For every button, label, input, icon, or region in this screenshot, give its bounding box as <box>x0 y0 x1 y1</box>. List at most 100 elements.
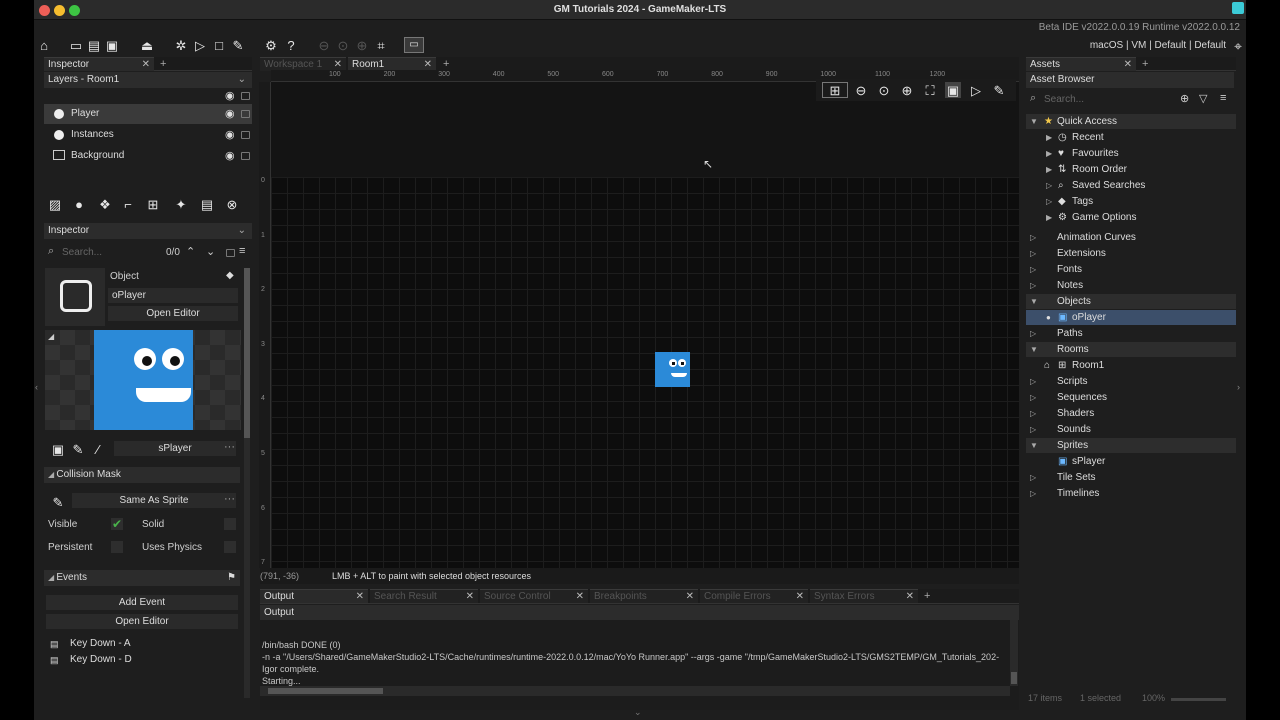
output-hscrollbar[interactable] <box>260 686 1010 696</box>
chevron-right-icon[interactable]: ▷ <box>1030 406 1036 421</box>
output-console[interactable]: /bin/bash DONE (0) -n -a "/Users/Shared/… <box>260 620 1019 710</box>
lock-icon[interactable] <box>241 110 250 118</box>
chevron-down-icon[interactable]: ⌄ <box>238 223 246 239</box>
add-event-button[interactable]: Add Event <box>46 595 238 610</box>
chevron-right-icon[interactable]: ▷ <box>1030 422 1036 437</box>
event-item[interactable]: ▤ Key Down - D <box>50 652 230 668</box>
room-area[interactable] <box>271 177 1019 568</box>
object-name-field[interactable]: oPlayer <box>108 288 238 303</box>
broom-icon[interactable]: ✎ <box>991 82 1007 98</box>
add-background-layer-icon[interactable]: ▨ <box>47 196 63 212</box>
tree-tags[interactable]: ▷ ◆ Tags <box>1026 194 1236 209</box>
chevron-right-icon[interactable]: ▷ <box>1046 194 1052 209</box>
tab-syntax-errors[interactable]: Syntax Errors ✕ <box>810 589 918 603</box>
zoom-out-icon[interactable]: ⊖ <box>853 82 869 98</box>
chevron-right-icon[interactable]: ▷ <box>1030 486 1036 501</box>
tree-game-options[interactable]: ▶ ⚙ Game Options <box>1026 210 1236 225</box>
chevron-right-icon[interactable]: ▶ <box>1046 130 1052 145</box>
layer-player[interactable]: Player ◉ <box>44 104 252 124</box>
chevron-right-icon[interactable]: ▷ <box>1030 326 1036 341</box>
chevron-right-icon[interactable]: ▷ <box>1030 230 1036 245</box>
close-icon[interactable]: ✕ <box>796 590 804 604</box>
close-icon[interactable]: ✕ <box>906 590 914 604</box>
open-editor-button[interactable]: Open Editor <box>108 306 238 321</box>
tree-animation-curves[interactable]: ▷ Animation Curves <box>1026 230 1236 245</box>
more-icon[interactable]: ··· <box>224 441 235 453</box>
chevron-down-icon[interactable]: ▼ <box>1030 342 1038 357</box>
eye-icon[interactable]: ◉ <box>225 104 235 124</box>
menu-icon[interactable]: ≡ <box>1220 92 1226 104</box>
chevron-down-icon[interactable]: ▼ <box>1030 438 1038 453</box>
eye-icon[interactable]: ◉ <box>225 146 235 166</box>
visible-checkbox[interactable]: ✔ <box>111 518 123 530</box>
grid-icon[interactable]: ⊞ <box>822 82 848 98</box>
tree-saved-searches[interactable]: ▷ ⌕ Saved Searches <box>1026 178 1236 193</box>
persistent-checkbox[interactable] <box>111 541 123 553</box>
collision-mask-selector[interactable]: Same As Sprite <box>72 493 236 508</box>
tree-recent[interactable]: ▶ ◷ Recent <box>1026 130 1236 145</box>
inspector-scrollbar[interactable] <box>244 268 250 698</box>
zoom-reset-icon[interactable]: ⊙ <box>335 37 351 53</box>
tree-tile-sets[interactable]: ▷ Tile Sets <box>1026 470 1236 485</box>
stop-icon[interactable]: □ <box>211 37 227 53</box>
add-path-layer-icon[interactable]: ⌐ <box>120 196 136 212</box>
tab-breakpoints[interactable]: Breakpoints ✕ <box>590 589 698 603</box>
zoom-out-icon[interactable]: ⊖ <box>316 37 332 53</box>
collapse-icon[interactable]: ◢ <box>48 332 54 341</box>
tree-notes[interactable]: ▷ Notes <box>1026 278 1236 293</box>
layers-header[interactable]: Layers - Room1 ⌄ <box>44 72 252 88</box>
tab-source-control[interactable]: Source Control ✕ <box>480 589 588 603</box>
close-icon[interactable]: ✕ <box>142 58 150 72</box>
brush-icon[interactable]: ∕ <box>90 441 106 457</box>
room-canvas[interactable]: ↖ <box>271 82 1019 568</box>
tree-splayer[interactable]: ▣ sPlayer <box>1026 454 1236 469</box>
play-icon[interactable]: ▷ <box>968 82 984 98</box>
layer-instances[interactable]: Instances ◉ <box>44 125 252 145</box>
add-effect-layer-icon[interactable]: ✦ <box>173 196 189 212</box>
chevron-right-icon[interactable]: ▶ <box>1046 146 1052 161</box>
workspace-icon[interactable]: ⌗ <box>373 37 389 53</box>
chevron-down-icon[interactable]: ⌄ <box>634 707 642 718</box>
chevron-right-icon[interactable]: ▷ <box>1030 246 1036 261</box>
close-icon[interactable]: ✕ <box>356 590 364 604</box>
open-folder-icon[interactable]: ▤ <box>86 37 102 53</box>
home-icon[interactable]: ⌂ <box>36 37 52 53</box>
tree-paths[interactable]: ▷ Paths <box>1026 326 1236 341</box>
tab-assets[interactable]: Assets ✕ <box>1026 57 1136 71</box>
chevron-right-icon[interactable]: ▷ <box>1030 470 1036 485</box>
chevron-right-icon[interactable]: ▷ <box>1046 178 1052 193</box>
collision-mask-header[interactable]: ◢ Collision Mask <box>44 467 240 483</box>
collapse-left-icon[interactable]: ‹ <box>35 382 38 392</box>
chevron-down-icon[interactable]: ▼ <box>1030 294 1038 309</box>
fit-view-icon[interactable]: ⛶ <box>922 82 938 98</box>
clean-icon[interactable]: ✎ <box>230 37 246 53</box>
target-crosshair-icon[interactable]: ⌖ <box>1234 38 1242 55</box>
help-icon[interactable]: ? <box>283 37 299 53</box>
lock-icon[interactable] <box>226 249 235 257</box>
layer-background[interactable]: Background ◉ <box>44 146 252 166</box>
player-instance[interactable] <box>655 352 690 387</box>
tab-inspector[interactable]: Inspector ✕ <box>44 57 154 71</box>
run-icon[interactable]: ▷ <box>192 37 208 53</box>
eye-icon[interactable]: ◉ <box>225 89 235 102</box>
tag-icon[interactable]: ◆ <box>226 270 234 281</box>
close-icon[interactable]: ✕ <box>686 590 694 604</box>
tree-room1[interactable]: ⌂ ⊞ Room1 <box>1026 358 1236 373</box>
close-icon[interactable]: ✕ <box>576 590 584 604</box>
more-icon[interactable]: ··· <box>224 493 235 505</box>
sprite-selector[interactable]: sPlayer <box>114 441 236 456</box>
tree-fonts[interactable]: ▷ Fonts <box>1026 262 1236 277</box>
gear-icon[interactable]: ⚙ <box>263 37 279 53</box>
delete-layer-icon[interactable]: ⊗ <box>224 196 240 212</box>
chevron-up-icon[interactable]: ⌃ <box>186 245 195 258</box>
add-folder-icon[interactable]: ▤ <box>199 196 215 212</box>
package-icon[interactable]: ⏏ <box>139 37 155 53</box>
tab-output[interactable]: Output ✕ <box>260 589 368 603</box>
tree-quick-access[interactable]: ▼ ★ Quick Access <box>1026 114 1236 129</box>
chevron-down-icon[interactable]: ⌄ <box>206 245 215 258</box>
tree-sequences[interactable]: ▷ Sequences <box>1026 390 1236 405</box>
chevron-right-icon[interactable]: ▶ <box>1046 210 1052 225</box>
add-tab-icon[interactable]: + <box>924 589 930 603</box>
inspector-header[interactable]: Inspector ⌄ <box>44 223 252 239</box>
save-icon[interactable]: ▣ <box>104 37 120 53</box>
